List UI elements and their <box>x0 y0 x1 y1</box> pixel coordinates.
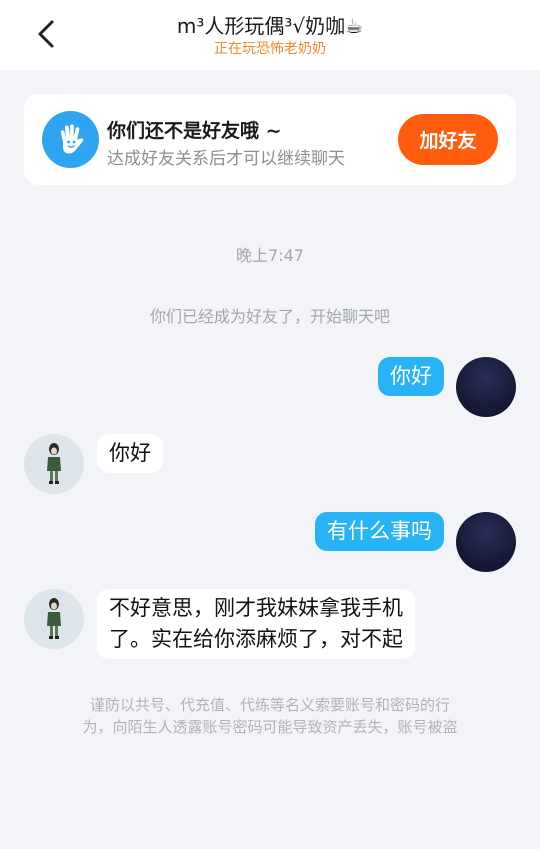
card-title: 你们还不是好友哦 ~ <box>107 120 282 142</box>
contact-status: 正在玩恐怖老奶奶 <box>214 41 326 57</box>
contact-name: m³人形玩偶³√奶咖☕ <box>176 14 364 38</box>
contact-avatar[interactable] <box>24 434 84 494</box>
message-bubble-received[interactable]: 你好 <box>97 434 163 473</box>
doll-figure-icon <box>47 598 61 639</box>
my-avatar[interactable] <box>456 512 516 572</box>
message-bubble-sent[interactable]: 你好 <box>378 357 444 396</box>
message-line: 不好意思，刚才我妹妹拿我手机 <box>109 596 403 620</box>
card-description: 达成好友关系后才可以继续聊天 <box>107 149 345 169</box>
hand-wave-icon <box>42 111 99 168</box>
chat-header: m³人形玩偶³√奶咖☕ 正在玩恐怖老奶奶 <box>0 0 540 70</box>
message-bubble-sent[interactable]: 有什么事吗 <box>315 512 444 551</box>
message-bubble-received[interactable]: 不好意思，刚才我妹妹拿我手机 了。实在给你添麻烦了，对不起 <box>97 589 415 659</box>
notice-line: 为，向陌生人透露账号密码可能导致资产丢失，账号被盗 <box>82 718 458 736</box>
contact-avatar[interactable] <box>24 589 84 649</box>
notice-line: 谨防以共号、代充值、代练等名义索要账号和密码的行 <box>89 696 450 714</box>
message-timestamp: 晚上7:47 <box>236 246 304 265</box>
add-friend-button[interactable]: 加好友 <box>398 114 498 165</box>
my-avatar[interactable] <box>456 357 516 417</box>
message-line: 了。实在给你添麻烦了，对不起 <box>109 627 403 651</box>
system-message: 你们已经成为好友了，开始聊天吧 <box>149 307 390 326</box>
add-friend-card: 你们还不是好友哦 ~ 达成好友关系后才可以继续聊天 加好友 <box>24 94 516 185</box>
security-notice: 谨防以共号、代充值、代练等名义索要账号和密码的行 为，向陌生人透露账号密码可能导… <box>40 694 500 738</box>
doll-figure-icon <box>47 443 61 484</box>
